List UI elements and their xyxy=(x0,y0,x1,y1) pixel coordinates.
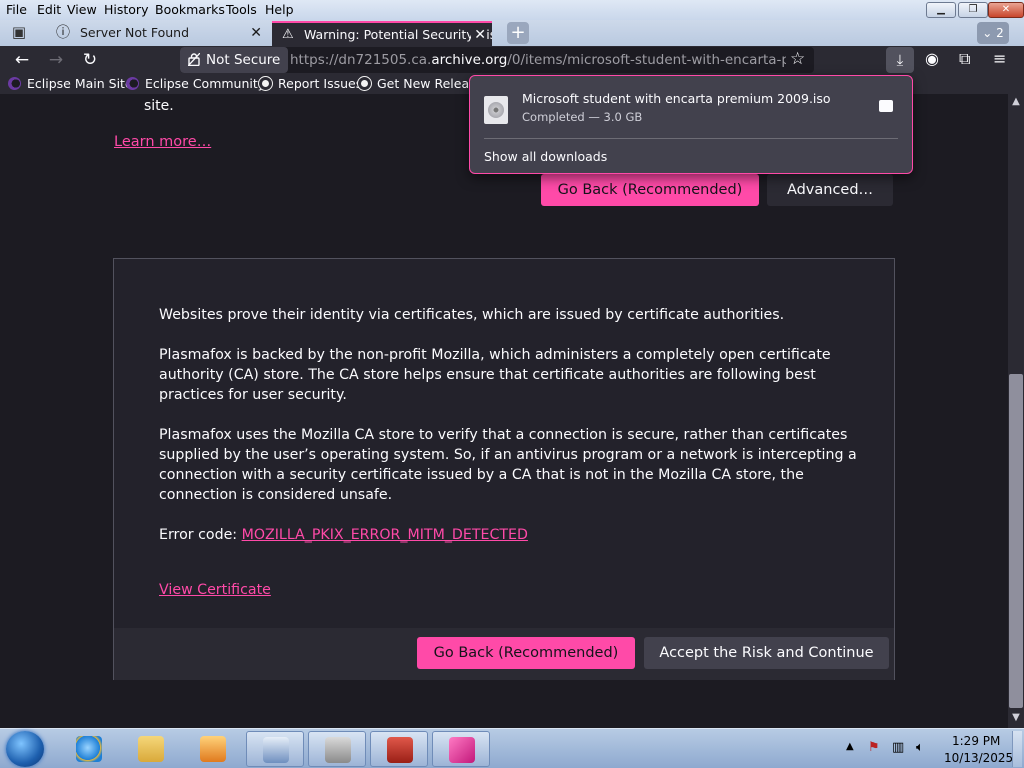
network-icon[interactable]: ▥ xyxy=(892,740,904,755)
scroll-up-icon[interactable]: ▲ xyxy=(1008,96,1024,107)
restore-icon[interactable]: ❐ xyxy=(958,2,988,18)
folder-icon xyxy=(138,736,164,762)
not-secure-label: Not Secure xyxy=(206,52,281,68)
bookmark-eclipse-community[interactable]: Eclipse Community xyxy=(126,74,265,94)
url-bar[interactable]: Not Secure https://dn721505.ca.archive.o… xyxy=(180,47,814,73)
tab-server-not-found[interactable]: ⓘ Server Not Found ✕ xyxy=(48,21,268,46)
menu-hamburger-icon[interactable]: ≡ xyxy=(993,49,1006,68)
download-status: Completed — 3.0 GB xyxy=(522,110,643,124)
show-desktop-button[interactable] xyxy=(1012,731,1022,767)
downloads-panel: Microsoft student with encarta premium 2… xyxy=(469,75,913,174)
advanced-button[interactable]: Advanced… xyxy=(767,174,893,206)
account-icon[interactable]: ◉ xyxy=(925,49,939,68)
taskbar-archive-app[interactable] xyxy=(308,731,366,767)
warning-icon: ⚠ xyxy=(282,27,294,42)
url-scheme: https://dn721505.ca. xyxy=(290,52,432,68)
eclipse-icon xyxy=(126,77,139,90)
list-all-tabs-button[interactable]: ⌄ 2 xyxy=(977,22,1009,44)
tab-title: Server Not Found xyxy=(80,25,190,40)
menu-help[interactable]: Help xyxy=(265,2,294,17)
taskbar-plasmafox[interactable] xyxy=(432,731,490,767)
tab-close-icon[interactable]: ✕ xyxy=(250,21,262,45)
extensions-icon[interactable]: ⧉ xyxy=(959,49,970,69)
scrollbar-thumb[interactable] xyxy=(1009,374,1023,708)
eclipse-icon xyxy=(8,77,21,90)
scroll-down-icon[interactable]: ▼ xyxy=(1008,712,1024,723)
tab-security-warning[interactable]: ⚠ Warning: Potential Security Risk ✕ xyxy=(272,21,492,46)
advanced-paragraph-1: Websites prove their identity via certif… xyxy=(159,307,785,323)
reload-icon[interactable]: ↻ xyxy=(79,49,101,71)
action-center-icon[interactable]: ⚑ xyxy=(868,740,880,755)
clock-date[interactable]: 10/13/2025 xyxy=(944,751,1013,765)
download-file-name[interactable]: Microsoft student with encarta premium 2… xyxy=(522,91,831,106)
menu-bookmarks[interactable]: Bookmarks xyxy=(155,2,225,17)
taskbar-control-panel[interactable] xyxy=(246,731,304,767)
menu-bar: File Edit View History Bookmarks Tools H… xyxy=(0,0,1024,20)
taskbar-explorer[interactable] xyxy=(122,731,180,767)
system-tray: ▲ ⚑ ▥ 🔈︎ 1:29 PM 10/13/2025 xyxy=(840,729,1024,768)
learn-more-link[interactable]: Learn more… xyxy=(114,134,211,150)
tab-close-icon[interactable]: ✕ xyxy=(471,23,486,46)
forward-icon[interactable]: → xyxy=(45,49,67,71)
url-path: /0/items/microsoft-student-with-encarta-… xyxy=(507,52,786,68)
error-code-link[interactable]: MOZILLA_PKIX_ERROR_MITM_DETECTED xyxy=(242,527,528,543)
accept-risk-button[interactable]: Accept the Risk and Continue xyxy=(644,637,889,669)
minimize-icon[interactable]: ▁ xyxy=(926,2,956,18)
info-icon: ⓘ xyxy=(56,25,70,41)
tab-title: Warning: Potential Security Risk xyxy=(304,27,492,42)
url-text[interactable]: https://dn721505.ca.archive.org/0/items/… xyxy=(290,47,786,73)
bookmark-star-icon[interactable]: ☆ xyxy=(790,49,805,69)
disc-image-icon xyxy=(484,96,508,124)
not-secure-indicator[interactable]: Not Secure xyxy=(180,47,289,73)
page-content: site. Learn more… Go Back (Recommended) … xyxy=(0,94,1008,728)
advanced-panel: Websites prove their identity via certif… xyxy=(113,258,895,680)
menu-history[interactable]: History xyxy=(104,2,148,17)
new-tab-button[interactable]: + xyxy=(507,22,529,44)
firefox-view-icon[interactable]: ▣ xyxy=(8,21,30,43)
internet-explorer-icon xyxy=(76,736,102,762)
show-all-downloads-button[interactable]: Show all downloads xyxy=(484,149,607,164)
taskbar-toolbox-app[interactable] xyxy=(370,731,428,767)
advanced-paragraph-3: Plasmafox uses the Mozilla CA store to v… xyxy=(159,427,857,503)
media-player-icon xyxy=(200,736,226,762)
archive-icon xyxy=(325,737,351,763)
divider xyxy=(484,138,898,139)
error-code-line: Error code: MOZILLA_PKIX_ERROR_MITM_DETE… xyxy=(159,525,859,545)
github-icon xyxy=(358,77,371,90)
advanced-panel-footer: Go Back (Recommended) Accept the Risk an… xyxy=(114,628,894,680)
plasmafox-icon xyxy=(449,737,475,763)
go-back-button[interactable]: Go Back (Recommended) xyxy=(541,174,759,206)
menu-edit[interactable]: Edit xyxy=(37,2,61,17)
taskbar-media-player[interactable] xyxy=(184,731,242,767)
error-code-label: Error code: xyxy=(159,527,242,543)
view-certificate-link[interactable]: View Certificate xyxy=(159,582,271,598)
start-button[interactable] xyxy=(6,731,44,767)
intro-text-fragment: site. xyxy=(144,98,174,114)
back-icon[interactable]: ← xyxy=(11,49,33,71)
menu-view[interactable]: View xyxy=(67,2,97,17)
menu-tools[interactable]: Tools xyxy=(226,2,257,17)
downloads-icon[interactable]: ⤓ xyxy=(886,47,914,73)
menu-file[interactable]: File xyxy=(6,2,27,17)
show-in-folder-icon[interactable] xyxy=(879,100,893,112)
taskbar-internet-explorer[interactable] xyxy=(60,731,118,767)
view-certificate-row: View Certificate xyxy=(159,580,859,600)
bookmark-report-issues[interactable]: Report Issues xyxy=(259,74,362,94)
lock-icon xyxy=(188,53,200,66)
show-hidden-icons-icon[interactable]: ▲ xyxy=(846,741,854,752)
url-host: archive.org xyxy=(431,52,508,68)
go-back-button-panel[interactable]: Go Back (Recommended) xyxy=(417,637,635,669)
advanced-paragraph-2: Plasmafox is backed by the non-profit Mo… xyxy=(159,347,831,403)
close-icon[interactable]: ✕ xyxy=(988,2,1024,18)
navigation-toolbar: ← → ↻ Not Secure https://dn721505.ca.arc… xyxy=(0,46,1024,74)
taskbar: ▲ ⚑ ▥ 🔈︎ 1:29 PM 10/13/2025 xyxy=(0,728,1024,768)
control-panel-icon xyxy=(263,737,289,763)
clock-time[interactable]: 1:29 PM xyxy=(952,734,1000,748)
toolbox-icon xyxy=(387,737,413,763)
github-icon xyxy=(259,77,272,90)
bookmark-eclipse-main-site[interactable]: Eclipse Main Site xyxy=(8,74,133,94)
tab-count: 2 xyxy=(996,26,1004,40)
volume-icon[interactable]: 🔈︎ xyxy=(916,740,924,755)
